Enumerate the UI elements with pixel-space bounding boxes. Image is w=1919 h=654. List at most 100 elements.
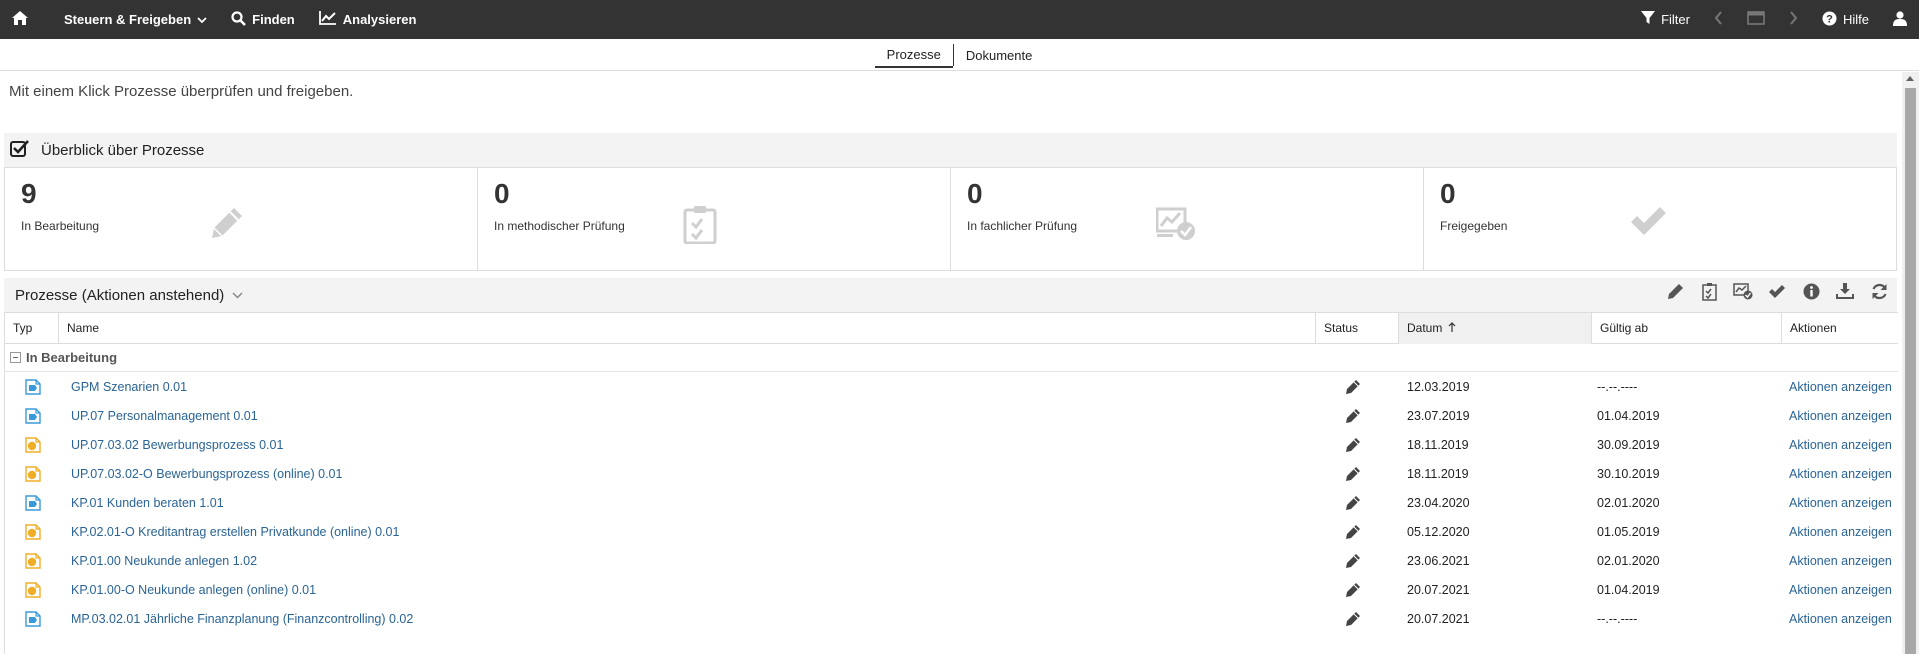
process-name-link[interactable]: KP.02.01-O Kreditantrag erstellen Privat… (71, 525, 399, 539)
gueltig-ab-value: 01.04.2019 (1597, 409, 1660, 423)
filter-icon (1641, 11, 1656, 28)
table-row[interactable]: UP.07 Personalmanagement 0.01 23.07.2019 0… (5, 402, 1898, 431)
table-row[interactable]: KP.01 Kunden beraten 1.01 23.04.2020 02.01… (5, 489, 1898, 518)
previous-button[interactable] (1702, 0, 1735, 39)
show-actions-link[interactable]: Aktionen anzeigen (1789, 496, 1892, 510)
datum-value: 05.12.2020 (1407, 525, 1470, 539)
stat-methodische-pruefung[interactable]: 0 In methodischer Prüfung (478, 168, 951, 270)
process-name-link[interactable]: MP.03.02.01 Jährliche Finanzplanung (Fin… (71, 612, 413, 626)
pencil-icon (210, 206, 244, 245)
process-document-icon (25, 437, 41, 456)
edit-button[interactable] (1665, 284, 1685, 304)
info-button[interactable] (1801, 283, 1821, 305)
scrollbar-thumb[interactable] (1905, 88, 1916, 654)
pencil-icon (1667, 283, 1684, 305)
process-name-link[interactable]: KP.01.00-O Neukunde anlegen (online) 0.0… (71, 583, 316, 597)
process-document-icon (25, 553, 41, 572)
datum-value: 12.03.2019 (1407, 380, 1470, 394)
pencil-icon (1346, 467, 1360, 484)
chevron-down-icon[interactable] (232, 286, 243, 304)
show-actions-link[interactable]: Aktionen anzeigen (1789, 612, 1892, 626)
line-chart-icon (318, 11, 337, 28)
download-button[interactable] (1835, 283, 1855, 305)
steuern-freigeben-menu[interactable]: Steuern & Freigeben (40, 0, 219, 39)
process-document-icon (25, 408, 41, 427)
chevron-right-icon (1789, 11, 1798, 28)
show-actions-link[interactable]: Aktionen anzeigen (1789, 409, 1892, 423)
stat-label: In fachlicher Prüfung (967, 219, 1078, 233)
process-name-link[interactable]: KP.01.00 Neukunde anlegen 1.02 (71, 554, 257, 568)
checkmark-icon (1629, 206, 1667, 241)
process-name-link[interactable]: GPM Szenarien 0.01 (71, 380, 187, 394)
user-button[interactable] (1881, 0, 1919, 39)
stat-fachliche-pruefung[interactable]: 0 In fachlicher Prüfung (951, 168, 1424, 270)
column-header-gueltig-ab[interactable]: Gültig ab (1592, 313, 1782, 344)
table-row[interactable]: UP.07.03.02 Bewerbungsprozess 0.01 18.11.… (5, 431, 1898, 460)
find-button[interactable]: Finden (219, 0, 307, 39)
process-table: Typ Name Status Datum Gültig ab Aktionen… (4, 312, 1898, 654)
question-circle-icon: ? (1822, 11, 1837, 29)
pencil-icon (1346, 409, 1360, 426)
datum-value: 20.07.2021 (1407, 583, 1470, 597)
column-header-status[interactable]: Status (1316, 313, 1399, 344)
column-header-aktionen[interactable]: Aktionen (1782, 313, 1898, 344)
show-actions-link[interactable]: Aktionen anzeigen (1789, 583, 1892, 597)
chart-check-icon (1155, 206, 1196, 247)
stat-label: In methodischer Prüfung (494, 219, 625, 233)
table-row[interactable]: KP.02.01-O Kreditantrag erstellen Privat… (5, 518, 1898, 547)
stat-in-bearbeitung[interactable]: 9 In Bearbeitung (5, 168, 478, 270)
checkbox-checked-icon (10, 139, 30, 161)
show-actions-link[interactable]: Aktionen anzeigen (1789, 467, 1892, 481)
gueltig-ab-value: 02.01.2020 (1597, 496, 1660, 510)
help-button[interactable]: ? Hilfe (1810, 0, 1881, 39)
show-actions-link[interactable]: Aktionen anzeigen (1789, 380, 1892, 394)
home-icon (12, 11, 28, 28)
pencil-icon (1346, 380, 1360, 397)
pencil-icon (1346, 496, 1360, 513)
process-name-link[interactable]: KP.01 Kunden beraten 1.01 (71, 496, 224, 510)
process-document-icon (25, 582, 41, 601)
column-header-name[interactable]: Name (59, 313, 1316, 344)
table-row[interactable]: KP.01.00-O Neukunde anlegen (online) 0.0… (5, 576, 1898, 605)
download-icon (1836, 283, 1854, 305)
process-document-icon (25, 379, 41, 398)
table-row[interactable]: GPM Szenarien 0.01 12.03.2019 --.--.---- Ak… (5, 373, 1898, 402)
filter-button[interactable]: Filter (1629, 0, 1702, 39)
table-row[interactable]: MP.03.02.01 Jährliche Finanzplanung (Fin… (5, 605, 1898, 634)
gueltig-ab-value: 02.01.2020 (1597, 554, 1660, 568)
chart-check-icon (1733, 283, 1753, 305)
scroll-up-arrow[interactable] (1906, 76, 1914, 81)
table-row[interactable]: UP.07.03.02-O Bewerbungsprozess (online)… (5, 460, 1898, 489)
info-icon (1803, 283, 1820, 305)
tab-processes[interactable]: Prozesse (874, 41, 953, 68)
refresh-button[interactable] (1869, 283, 1889, 304)
column-header-typ[interactable]: Typ (5, 313, 59, 344)
tab-documents[interactable]: Dokumente (954, 42, 1044, 67)
next-button[interactable] (1777, 0, 1810, 39)
process-list-title[interactable]: Prozesse (Aktionen anstehend) (15, 287, 224, 304)
filter-label: Filter (1661, 12, 1690, 27)
collapse-icon[interactable] (10, 352, 21, 363)
datum-value: 20.07.2021 (1407, 612, 1470, 626)
process-name-link[interactable]: UP.07.03.02 Bewerbungsprozess 0.01 (71, 438, 283, 452)
approve-button[interactable] (1767, 284, 1787, 304)
stat-count: 0 (967, 178, 983, 209)
process-name-link[interactable]: UP.07 Personalmanagement 0.01 (71, 409, 258, 423)
datum-value: 23.04.2020 (1407, 496, 1470, 510)
methodical-review-button[interactable] (1699, 282, 1719, 304)
window-button[interactable] (1735, 0, 1777, 39)
show-actions-link[interactable]: Aktionen anzeigen (1789, 554, 1892, 568)
table-row[interactable]: KP.01.00 Neukunde anlegen 1.02 23.06.2021… (5, 547, 1898, 576)
stat-freigegeben[interactable]: 0 Freigegeben (1424, 168, 1896, 270)
show-actions-link[interactable]: Aktionen anzeigen (1789, 438, 1892, 452)
technical-review-button[interactable] (1733, 283, 1753, 305)
process-name-link[interactable]: UP.07.03.02-O Bewerbungsprozess (online)… (71, 467, 342, 481)
home-button[interactable] (0, 0, 40, 39)
view-tabs: Prozesse Dokumente (0, 39, 1919, 71)
group-row-in-bearbeitung[interactable]: In Bearbeitung (5, 344, 1898, 372)
analyze-button[interactable]: Analysieren (307, 0, 429, 39)
gueltig-ab-value: 01.04.2019 (1597, 583, 1660, 597)
gueltig-ab-value: 01.05.2019 (1597, 525, 1660, 539)
column-header-datum[interactable]: Datum (1399, 313, 1592, 344)
show-actions-link[interactable]: Aktionen anzeigen (1789, 525, 1892, 539)
